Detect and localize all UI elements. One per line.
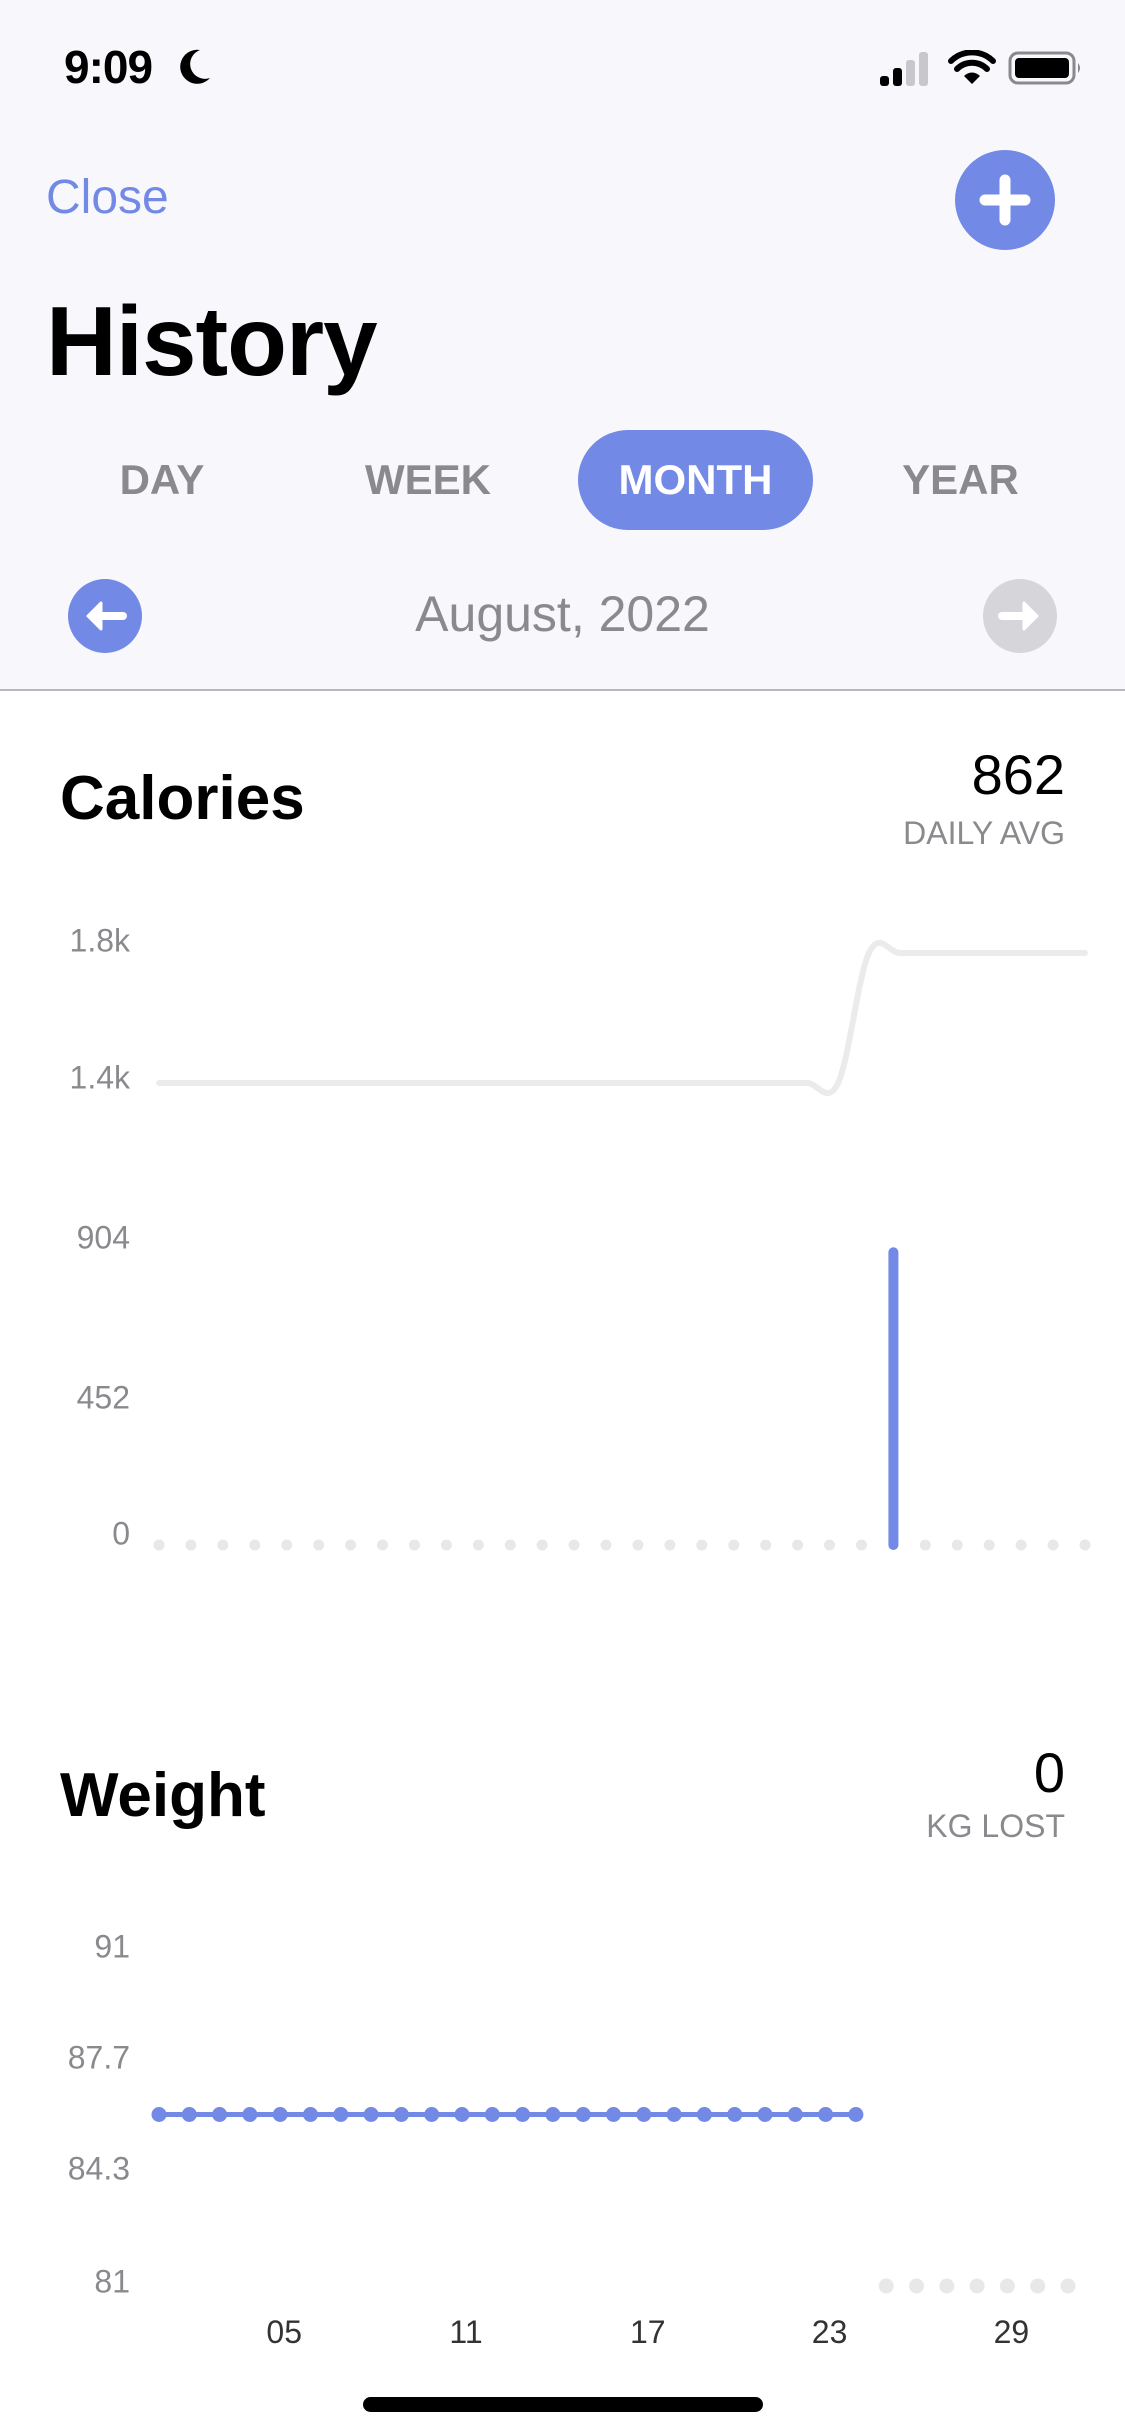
weight-point[interactable] (757, 2107, 773, 2122)
weight-point[interactable] (303, 2107, 318, 2122)
weight-point[interactable] (696, 2107, 712, 2122)
weight-point[interactable] (393, 2107, 409, 2122)
weight-point[interactable] (818, 2107, 834, 2122)
weight-xtick: 05 (266, 2314, 302, 2350)
weight-empty-day-dot (1030, 2278, 1046, 2294)
weight-point[interactable] (242, 2107, 258, 2122)
weight-point[interactable] (424, 2107, 440, 2122)
weight-point[interactable] (272, 2107, 288, 2122)
weight-xtick: 11 (449, 2314, 483, 2350)
weight-point[interactable] (333, 2107, 349, 2122)
weight-point[interactable] (151, 2107, 167, 2122)
weight-point[interactable] (666, 2107, 682, 2122)
weight-point[interactable] (636, 2107, 652, 2122)
weight-point[interactable] (727, 2107, 743, 2122)
weight-empty-day-dot (1060, 2278, 1076, 2294)
weight-point[interactable] (181, 2107, 197, 2122)
home-indicator[interactable] (363, 2397, 763, 2412)
weight-point[interactable] (484, 2107, 500, 2122)
weight-point[interactable] (787, 2107, 803, 2122)
weight-xtick: 29 (993, 2314, 1030, 2350)
weight-point[interactable] (575, 2107, 591, 2122)
weight-empty-day-dot (939, 2278, 955, 2294)
weight-point[interactable] (606, 2107, 621, 2122)
weight-point[interactable] (363, 2107, 379, 2122)
weight-point[interactable] (515, 2107, 531, 2122)
weight-empty-day-dot (969, 2278, 985, 2294)
weight-point[interactable] (848, 2107, 864, 2122)
weight-xtick: 17 (630, 2314, 666, 2350)
weight-empty-day-dot (909, 2278, 924, 2294)
weight-empty-day-dot (878, 2278, 894, 2294)
weight-xtick: 23 (811, 2314, 848, 2350)
weight-point[interactable] (454, 2107, 470, 2122)
weight-point[interactable] (212, 2107, 228, 2122)
weight-line-chart (151, 2107, 1076, 2294)
weight-empty-day-dot (999, 2278, 1015, 2294)
weight-point[interactable] (545, 2107, 561, 2122)
